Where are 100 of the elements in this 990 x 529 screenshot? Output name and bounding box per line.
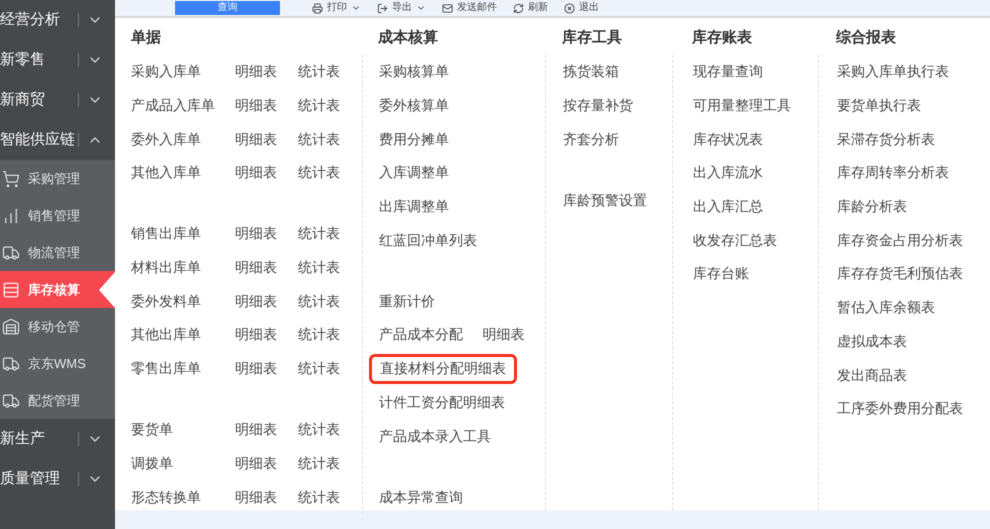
menu-link[interactable]: 采购入库单	[131, 61, 235, 82]
menu-link[interactable]: 计件工资分配明细表	[379, 392, 505, 413]
menu-link[interactable]: 入库调整单	[379, 162, 449, 184]
sidebar-item[interactable]: 库存核算	[0, 271, 115, 308]
bar-chart-icon	[2, 206, 20, 224]
report-link[interactable]: 明细表	[235, 419, 298, 440]
menu-link[interactable]: 出库调整单	[379, 196, 449, 218]
report-link[interactable]: 统计表	[298, 358, 361, 380]
column-heading: 库存账表	[690, 28, 753, 48]
report-link[interactable]: 统计表	[298, 95, 361, 116]
menu-link[interactable]: 虚拟成本表	[837, 330, 907, 352]
truck-icon	[2, 244, 20, 262]
menu-link[interactable]: 库龄预警设置	[563, 190, 647, 211]
report-link[interactable]: 统计表	[298, 162, 361, 184]
menu-link[interactable]: 库存状况表	[693, 128, 763, 150]
menu-link[interactable]: 暂估入库余额表	[837, 297, 935, 318]
refresh-icon	[513, 2, 524, 14]
menu-link[interactable]: 委外核算单	[379, 95, 449, 116]
report-link[interactable]: 明细表	[235, 452, 298, 474]
report-link[interactable]: 明细表	[235, 290, 298, 312]
menu-link[interactable]: 材料出库单	[131, 257, 235, 278]
truck-icon	[2, 354, 20, 372]
menu-link[interactable]: 要货单执行表	[837, 95, 921, 116]
menu-link[interactable]: 零售出库单	[131, 358, 235, 380]
query-button[interactable]: 查询	[175, 1, 280, 15]
report-link[interactable]: 明细表	[235, 223, 298, 244]
report-link[interactable]: 明细表	[235, 128, 298, 150]
report-link[interactable]: 统计表	[298, 324, 361, 346]
report-link[interactable]: 统计表	[298, 452, 361, 474]
report-link[interactable]: 明细表	[235, 61, 298, 82]
menu-link[interactable]: 红蓝回冲单列表	[379, 230, 477, 251]
menu-link[interactable]: 可用量整理工具	[693, 95, 791, 116]
report-link[interactable]: 统计表	[298, 128, 361, 150]
menu-link[interactable]: 委外入库单	[131, 128, 235, 150]
report-link[interactable]: 明细表	[235, 95, 298, 116]
sidebar-item[interactable]: 物流管理	[0, 234, 115, 271]
menu-link[interactable]: 重新计价	[379, 290, 435, 312]
menu-link[interactable]: 成本异常查询	[379, 486, 463, 508]
toolbar-button[interactable]: 导出	[377, 1, 426, 15]
menu-link[interactable]: 现存量查询	[693, 61, 763, 82]
menu-link[interactable]: 形态转换单	[131, 486, 235, 508]
stack-icon	[2, 280, 20, 298]
menu-link[interactable]: 销售出库单	[131, 223, 235, 244]
export-arrow-icon	[377, 2, 388, 14]
report-link[interactable]: 统计表	[298, 257, 361, 278]
warehouse-icon	[2, 318, 20, 336]
menu-link[interactable]: 产成品入库单	[131, 95, 235, 116]
menu-link[interactable]: 要货单	[131, 419, 235, 440]
column-heading: 库存工具	[560, 28, 623, 48]
menu-link[interactable]: 工序委外费用分配表	[837, 398, 963, 420]
report-link[interactable]: 明细表	[235, 324, 298, 346]
menu-link[interactable]: 采购入库单执行表	[837, 61, 949, 82]
report-link[interactable]: 统计表	[298, 61, 361, 82]
toolbar-button[interactable]: 退出	[564, 1, 599, 15]
report-link[interactable]: 明细表	[482, 324, 545, 346]
menu-link[interactable]: 产品成本录入工具	[379, 426, 491, 447]
menu-link[interactable]: 直接材料分配明细表	[369, 354, 517, 384]
menu-link[interactable]: 调拨单	[131, 452, 235, 474]
sidebar-item[interactable]: 移动仓管	[0, 308, 115, 345]
report-link[interactable]: 明细表	[235, 257, 298, 278]
menu-link[interactable]: 费用分摊单	[379, 128, 449, 150]
column-heading: 单据	[130, 28, 162, 48]
menu-link[interactable]: 其他入库单	[131, 162, 235, 184]
menu-link[interactable]: 库龄分析表	[837, 196, 907, 218]
report-link[interactable]: 明细表	[235, 162, 298, 184]
report-link[interactable]: 统计表	[298, 486, 361, 508]
menu-link[interactable]: 按存量补货	[563, 95, 633, 116]
sidebar-item[interactable]: 京东WMS	[0, 345, 115, 382]
menu-link[interactable]: 库存存货毛利预估表	[837, 263, 963, 284]
menu-link[interactable]: 库存周转率分析表	[837, 162, 949, 184]
sidebar-item[interactable]: 销售管理	[0, 197, 115, 234]
toolbar-button[interactable]: 打印	[312, 1, 361, 15]
truck-icon	[2, 392, 20, 410]
sidebar-item[interactable]: 采购管理	[0, 160, 115, 197]
column-heading: 综合报表	[834, 28, 897, 48]
report-link[interactable]: 统计表	[298, 223, 361, 244]
mail-icon	[442, 2, 453, 14]
menu-link[interactable]: 其他出库单	[131, 324, 235, 346]
menu-link[interactable]: 产品成本分配	[379, 324, 482, 346]
report-link[interactable]: 明细表	[235, 358, 298, 380]
menu-link[interactable]: 齐套分析	[563, 128, 619, 150]
column-heading: 成本核算	[376, 28, 439, 48]
menu-link[interactable]: 收发存汇总表	[693, 230, 777, 251]
menu-link[interactable]: 出入库流水	[693, 162, 763, 184]
toolbar-button[interactable]: 刷新	[513, 1, 548, 15]
printer-icon	[312, 2, 323, 14]
report-link[interactable]: 统计表	[298, 290, 361, 312]
report-link[interactable]: 明细表	[235, 486, 298, 508]
menu-link[interactable]: 库存台账	[693, 263, 749, 284]
toolbar-button[interactable]: 发送邮件	[442, 1, 497, 15]
menu-link[interactable]: 拣货装箱	[563, 61, 619, 82]
menu-link[interactable]: 库存资金占用分析表	[837, 230, 963, 251]
sidebar-item[interactable]: 配货管理	[0, 382, 115, 419]
menu-link[interactable]: 发出商品表	[837, 364, 907, 386]
close-circle-icon	[564, 2, 575, 14]
menu-link[interactable]: 出入库汇总	[693, 196, 763, 218]
menu-link[interactable]: 呆滞存货分析表	[837, 128, 935, 150]
menu-link[interactable]: 采购核算单	[379, 61, 449, 82]
menu-link[interactable]: 委外发料单	[131, 290, 235, 312]
report-link[interactable]: 统计表	[298, 419, 361, 440]
